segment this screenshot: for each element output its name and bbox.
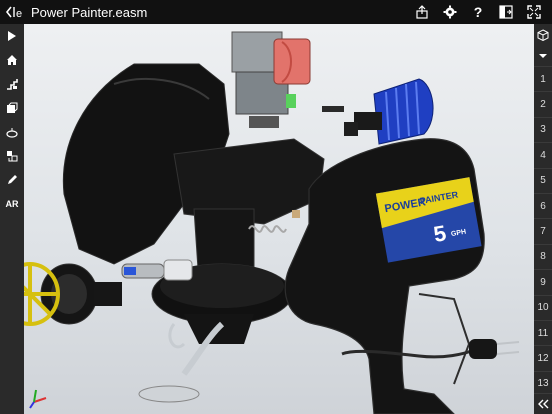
split-view-icon <box>499 5 513 19</box>
explode-button[interactable] <box>0 144 24 168</box>
config-item-7[interactable]: 7 <box>534 218 552 243</box>
collapse-panel-button[interactable] <box>534 393 552 414</box>
motor-assembly <box>231 31 311 128</box>
back-brand-icon: e <box>5 6 22 20</box>
config-item-12[interactable]: 12 <box>534 345 552 370</box>
config-item-1[interactable]: 1 <box>534 66 552 91</box>
config-item-3[interactable]: 3 <box>534 116 552 142</box>
configurations-button[interactable] <box>534 24 552 46</box>
views-icon <box>7 79 18 90</box>
play-icon <box>8 31 16 41</box>
markup-button[interactable] <box>0 168 24 192</box>
model-viewport[interactable]: POWER PAINTER 5 GPH <box>24 24 534 414</box>
home-view-button[interactable] <box>0 48 24 72</box>
back-to-files-button[interactable]: e <box>5 3 27 21</box>
share-button[interactable] <box>408 0 436 24</box>
spring <box>248 225 287 233</box>
help-button[interactable]: ? <box>464 0 492 24</box>
explode-icon <box>7 151 18 162</box>
config-item-8[interactable]: 8 <box>534 243 552 269</box>
config-list: 1 2 3 4 5 6 7 8 9 10 11 12 13 <box>534 66 552 396</box>
section-icon <box>7 102 18 113</box>
ar-label: AR <box>5 199 19 209</box>
measure-button[interactable] <box>0 120 24 144</box>
left-toolbar: AR <box>0 24 24 414</box>
fullscreen-icon <box>527 5 541 19</box>
config-item-11[interactable]: 11 <box>534 319 552 345</box>
config-item-4[interactable]: 4 <box>534 142 552 167</box>
section-button[interactable] <box>0 96 24 120</box>
document-title: Power Painter.easm <box>31 4 148 20</box>
axis-triad <box>29 389 47 409</box>
config-item-9[interactable]: 9 <box>534 269 552 294</box>
power-painter-model: POWER PAINTER 5 GPH <box>24 31 520 414</box>
config-dropdown-toggle[interactable] <box>534 46 552 66</box>
blue-pump-cap <box>354 78 434 145</box>
share-icon <box>416 5 428 19</box>
right-toolbar: 1 2 3 4 5 6 7 8 9 10 11 12 13 <box>534 24 552 414</box>
cube-icon <box>537 29 549 41</box>
config-item-5[interactable]: 5 <box>534 167 552 193</box>
views-button[interactable] <box>0 72 24 96</box>
markup-icon <box>8 175 17 184</box>
play-button[interactable] <box>0 24 24 48</box>
double-chevron-left-icon <box>538 399 549 409</box>
gear-icon <box>443 5 457 19</box>
title-bar: e Power Painter.easm ? <box>0 0 552 24</box>
chevron-down-icon <box>539 54 547 58</box>
config-item-2[interactable]: 2 <box>534 91 552 116</box>
config-item-6[interactable]: 6 <box>534 192 552 218</box>
help-icon: ? <box>473 4 483 20</box>
ar-button[interactable]: AR <box>0 192 24 216</box>
measure-icon <box>6 128 18 138</box>
svg-text:e: e <box>16 8 22 20</box>
config-item-10[interactable]: 10 <box>534 294 552 320</box>
split-view-button[interactable] <box>492 0 520 24</box>
fullscreen-button[interactable] <box>520 0 548 24</box>
settings-button[interactable] <box>436 0 464 24</box>
home-icon <box>7 55 17 65</box>
